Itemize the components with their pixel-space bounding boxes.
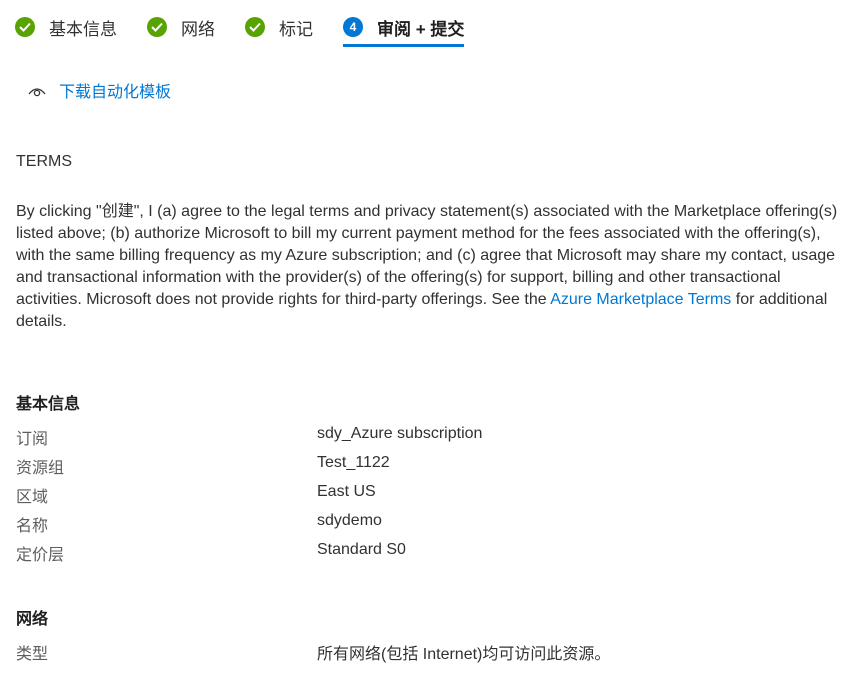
download-template-link[interactable]: 下载自动化模板 [27,78,171,102]
summary-row-resource-group: 资源组 Test_1122 [16,454,836,477]
checkmark-icon [245,17,265,37]
network-section-title: 网络 [16,611,49,628]
terms-text: By clicking "创建", I (a) agree to the leg… [16,201,846,333]
download-template-label: 下载自动化模板 [59,84,172,101]
row-label: 订阅 [16,431,49,448]
checkmark-icon [147,17,167,37]
row-value: 所有网络(包括 Internet)均可访问此资源。 [317,646,611,663]
row-value: Test_1122 [317,454,390,471]
step-label: 标记 [279,19,313,39]
row-label: 名称 [16,518,49,535]
checkmark-icon [15,17,35,37]
summary-row-network-type: 类型 所有网络(包括 Internet)均可访问此资源。 [16,640,836,663]
summary-row-pricing-tier: 定价层 Standard S0 [16,541,836,564]
row-value: Standard S0 [317,541,406,558]
step-network[interactable]: 网络 [147,12,215,42]
summary-row-subscription: 订阅 sdy_Azure subscription [16,425,836,448]
summary-row-region: 区域 East US [16,483,836,506]
step-tags[interactable]: 标记 [245,12,313,42]
row-label: 类型 [16,646,49,663]
step-label: 审阅 + 提交 [377,19,465,39]
summary-row-name: 名称 sdydemo [16,512,836,535]
wizard-steps: 基本信息 网络 标记 4 审阅 + 提交 [15,12,465,47]
terms-heading: TERMS [16,153,72,170]
marketplace-terms-link[interactable]: Azure Marketplace Terms [550,291,731,308]
step-label: 网络 [181,19,215,39]
row-label: 资源组 [16,460,65,477]
row-label: 定价层 [16,547,65,564]
basics-section-title: 基本信息 [16,396,81,413]
row-label: 区域 [16,489,49,506]
step-number-badge: 4 [343,17,363,37]
eye-icon [27,83,47,97]
row-value: sdydemo [317,512,382,529]
step-basics[interactable]: 基本信息 [15,12,117,42]
row-value: East US [317,483,376,500]
row-value: sdy_Azure subscription [317,425,483,442]
step-label: 基本信息 [49,19,117,39]
step-review-create[interactable]: 4 审阅 + 提交 [343,12,465,47]
